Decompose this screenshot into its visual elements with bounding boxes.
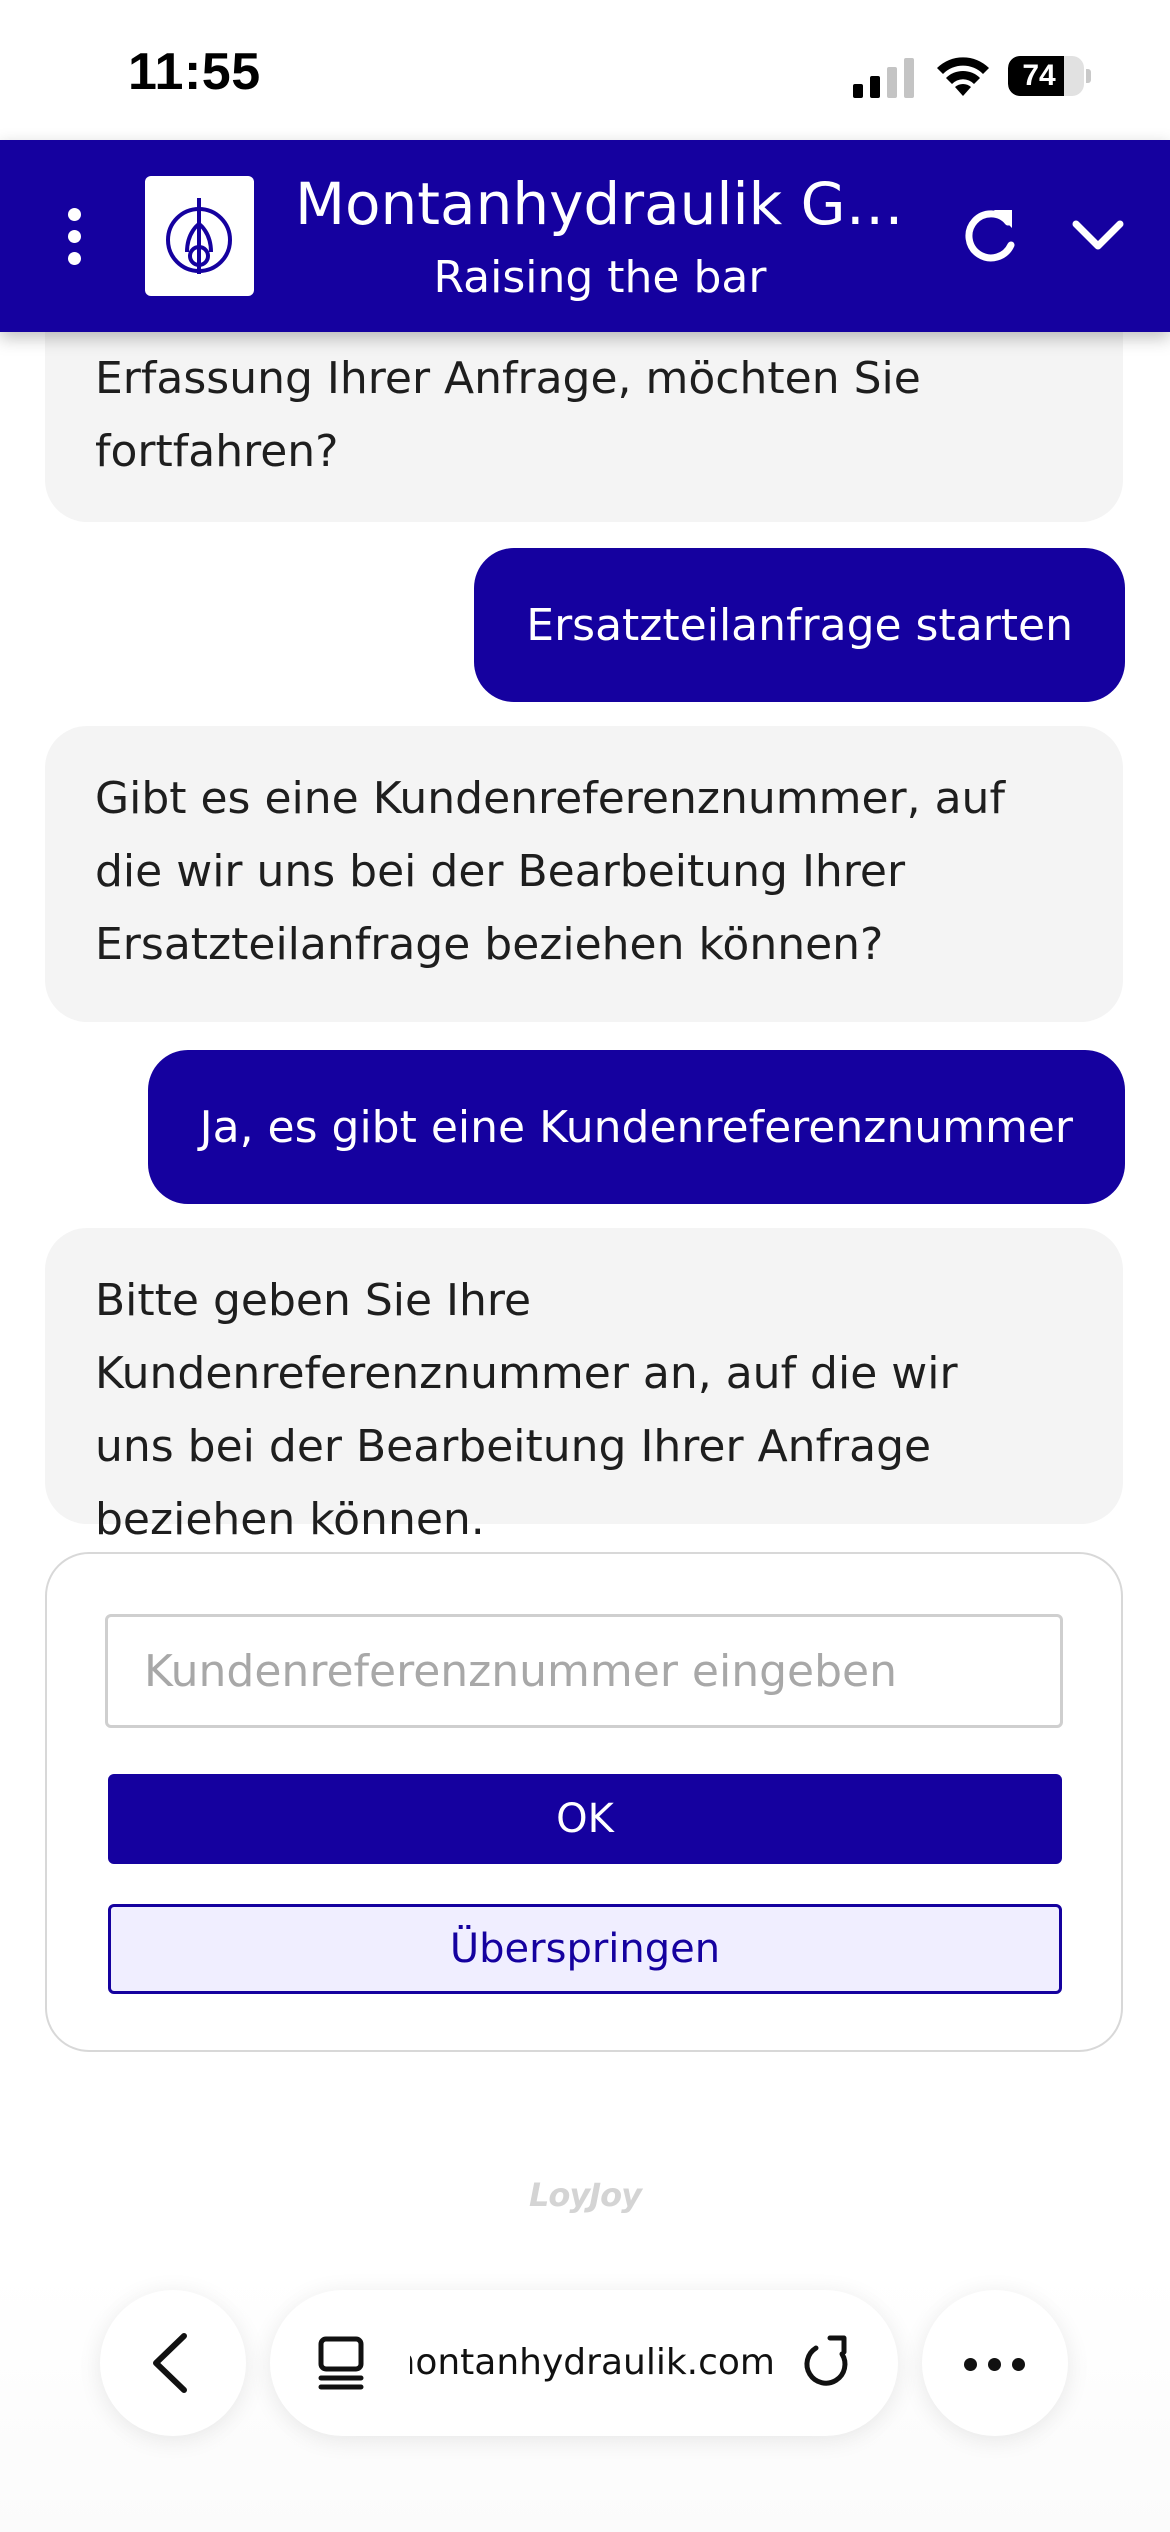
chat-header: Montanhydraulik Gr... Raising the bar (0, 140, 1170, 332)
bot-message: Gibt es eine Kundenreferenznummer, auf d… (45, 726, 1123, 1022)
status-bar: 11:55 74 (0, 0, 1170, 140)
wifi-icon (937, 57, 989, 96)
reload-icon[interactable] (800, 2334, 856, 2392)
message-text: Ersatzteilanfrage starten (526, 599, 1073, 651)
message-text: Gibt es eine Kundenreferenznummer, auf d… (95, 773, 1005, 970)
chat-thread: Erfassung Ihrer Anfrage, möchten Sie for… (0, 292, 1170, 2112)
header-subtitle: Raising the bar (433, 252, 767, 303)
more-icon (964, 2358, 977, 2371)
header-title: Montanhydraulik Gr... (295, 170, 905, 238)
ok-button[interactable]: OK (108, 1774, 1062, 1864)
bot-message: Bitte geben Sie Ihre Kundenreferenznumme… (45, 1228, 1123, 1545)
montanhydraulik-logo-icon (166, 198, 232, 274)
battery-tip (1086, 69, 1091, 83)
address-bar[interactable]: montanhydraulik.com (270, 2290, 898, 2436)
menu-icon[interactable] (60, 208, 90, 266)
battery-percent: 74 (1022, 59, 1056, 92)
reference-number-form: OK Überspringen (45, 1552, 1123, 2052)
user-message: Ja, es gibt eine Kundenreferenznummer (147, 1050, 1125, 1204)
status-time: 11:55 (128, 43, 261, 101)
loyjoy-branding[interactable]: LoyJoy (0, 2176, 1170, 2214)
chevron-down-icon[interactable] (1070, 210, 1126, 260)
browser-toolbar: montanhydraulik.com (0, 2270, 1170, 2532)
back-button[interactable] (100, 2290, 246, 2436)
cellular-signal-icon (853, 58, 914, 98)
more-options-button[interactable] (922, 2290, 1068, 2436)
skip-button[interactable]: Überspringen (108, 1904, 1062, 1994)
battery-indicator: 74 (1008, 56, 1091, 96)
screen: 11:55 74 Montanhydraulik Gr... Raising t… (0, 0, 1170, 2532)
user-message: Ersatzteilanfrage starten (474, 548, 1125, 702)
url-text: montanhydraulik.com (410, 2342, 775, 2383)
back-icon (153, 2333, 187, 2393)
message-text: Ja, es gibt eine Kundenreferenznummer (199, 1101, 1073, 1153)
reference-number-input[interactable] (105, 1614, 1063, 1728)
message-text: Bitte geben Sie Ihre Kundenreferenznumme… (95, 1275, 958, 1545)
tabs-icon (318, 2336, 364, 2390)
company-logo (145, 176, 254, 296)
message-text: Erfassung Ihrer Anfrage, möchten Sie for… (95, 353, 921, 477)
refresh-icon[interactable] (958, 200, 1020, 270)
